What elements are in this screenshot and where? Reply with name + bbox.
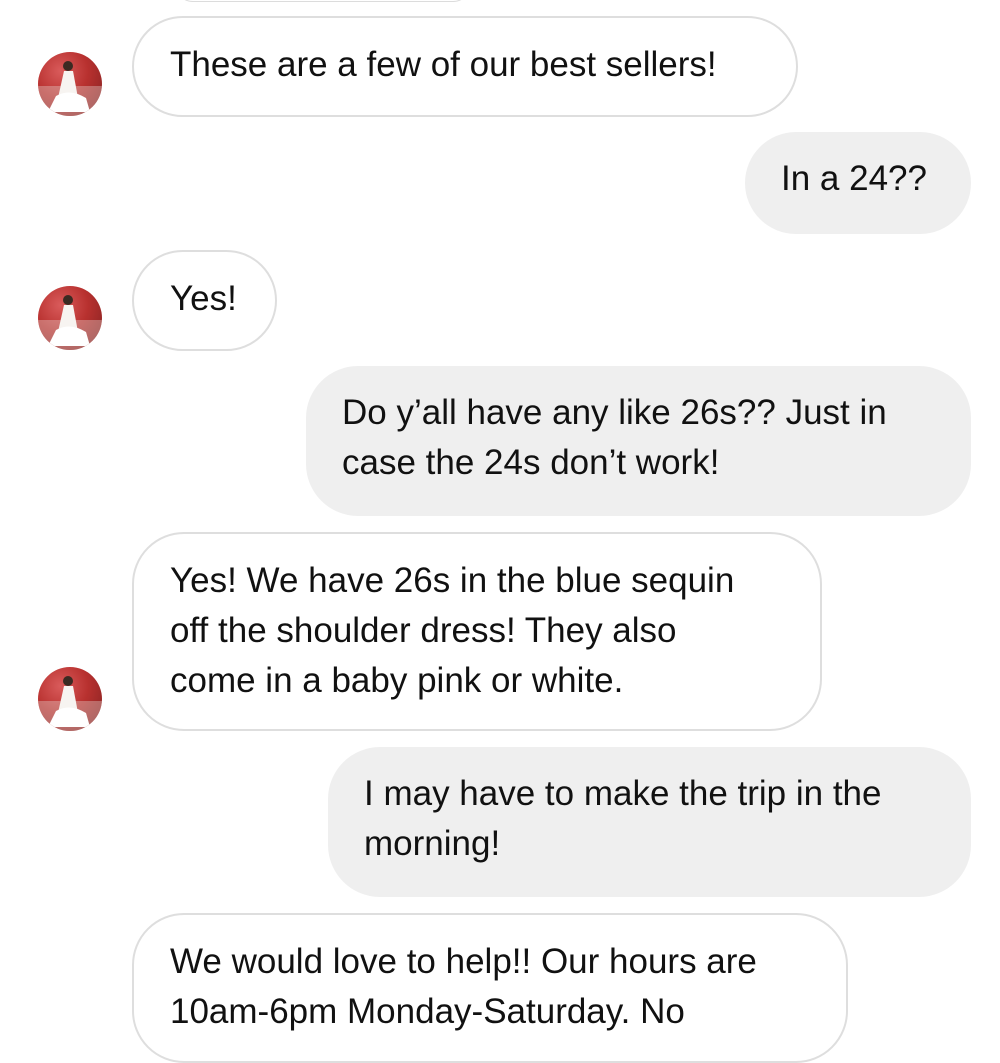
outgoing-message-bubble[interactable]: Do y’all have any like 26s?? Just in cas…: [306, 366, 971, 516]
message-text-line: We would love to help!! Our hours are: [170, 942, 757, 981]
message-text-line: morning!: [364, 824, 501, 863]
incoming-message-bubble[interactable]: Yes!: [132, 250, 277, 351]
message-text: These are a few of our best sellers!: [170, 45, 717, 84]
outgoing-message-bubble[interactable]: In a 24??: [745, 132, 971, 234]
message-text-line: I may have to make the trip in the: [364, 774, 882, 813]
message-text-line: Yes! We have 26s in the blue sequin: [170, 561, 735, 600]
message-text-line: 10am-6pm Monday-Saturday. No: [170, 992, 685, 1031]
sender-avatar[interactable]: [38, 667, 102, 731]
avatar-photo-icon: [38, 61, 102, 116]
outgoing-message-bubble[interactable]: I may have to make the trip in the morni…: [328, 747, 971, 897]
message-text: In a 24??: [781, 159, 927, 198]
message-text-line: case the 24s don’t work!: [342, 443, 720, 482]
message-text-line: Do y’all have any like 26s?? Just in: [342, 393, 887, 432]
message-text: Yes!: [170, 279, 237, 318]
incoming-message-bubble[interactable]: We would love to help!! Our hours are 10…: [132, 913, 848, 1063]
incoming-message-bubble[interactable]: These are a few of our best sellers!: [132, 16, 798, 117]
message-text-line: come in a baby pink or white.: [170, 661, 624, 700]
previous-message-edge: [175, 0, 471, 2]
sender-avatar[interactable]: [38, 52, 102, 116]
message-text-line: off the shoulder dress! They also: [170, 611, 677, 650]
sender-avatar[interactable]: [38, 286, 102, 350]
avatar-photo-icon: [38, 295, 102, 350]
avatar-photo-icon: [38, 676, 102, 731]
incoming-message-bubble[interactable]: Yes! We have 26s in the blue sequin off …: [132, 532, 822, 731]
